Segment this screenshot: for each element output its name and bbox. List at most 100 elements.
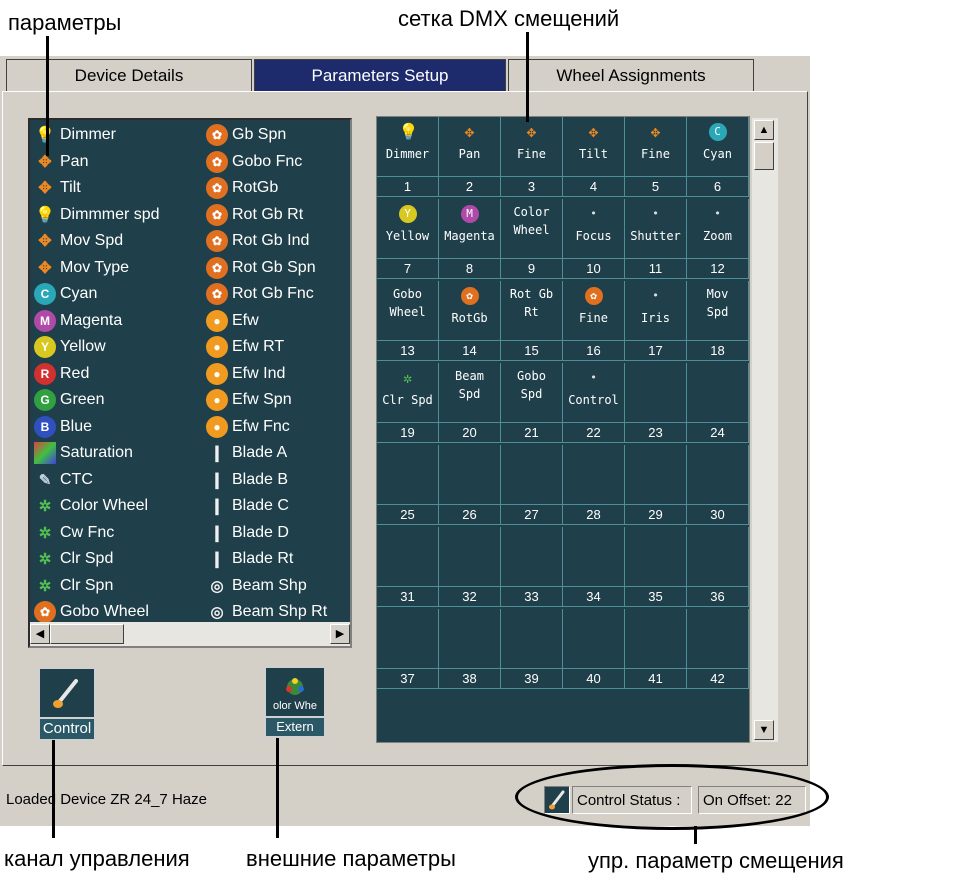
dmx-cell[interactable] [563, 527, 625, 587]
parameter-item[interactable]: C Cyan [34, 281, 97, 307]
dmx-cell-label: RotGb [451, 311, 488, 325]
parameter-item[interactable]: ❙ Blade B [206, 467, 288, 493]
dmx-cell[interactable] [501, 445, 563, 505]
parameter-item[interactable]: ✲ Clr Spn [34, 573, 114, 599]
dmx-cell[interactable] [687, 445, 749, 505]
dmx-cell[interactable] [439, 609, 501, 669]
dmx-cell[interactable] [687, 527, 749, 587]
parameter-label: Dimmer [60, 126, 116, 143]
parameter-item[interactable]: ❙ Blade A [206, 440, 287, 466]
parameter-item[interactable]: ✿ Rot Gb Ind [206, 228, 309, 254]
dmx-cell[interactable]: • Zoom [687, 199, 749, 259]
grid-vertical-scrollbar[interactable]: ▲ ▼ [752, 118, 778, 742]
dmx-cell[interactable]: • Shutter [625, 199, 687, 259]
dmx-cell[interactable] [563, 445, 625, 505]
dmx-cell[interactable]: Beam Spd [439, 363, 501, 423]
parameter-item[interactable]: ● Efw Spn [206, 387, 292, 413]
dmx-cell[interactable] [625, 609, 687, 669]
dmx-cell-label: Magenta [444, 229, 495, 243]
parameter-item[interactable]: ✲ Cw Fnc [34, 520, 115, 546]
dmx-cell[interactable] [687, 609, 749, 669]
external-parameter-button[interactable]: olor Whe Extern [264, 666, 326, 738]
parameter-item[interactable]: ✲ Color Wheel [34, 493, 148, 519]
parameter-item[interactable]: ✥ Mov Spd [34, 228, 123, 254]
dmx-cell[interactable] [625, 363, 687, 423]
parameter-item[interactable]: ● Efw Ind [206, 361, 285, 387]
dmx-cell[interactable] [439, 445, 501, 505]
dmx-cell[interactable] [377, 445, 439, 505]
parameter-item[interactable]: ❙ Blade D [206, 520, 289, 546]
control-channel-button[interactable]: Control [38, 667, 96, 741]
tab-wheel-assignments[interactable]: Wheel Assignments [508, 59, 754, 91]
dmx-cell[interactable]: C Cyan [687, 117, 749, 177]
dmx-cell[interactable] [625, 445, 687, 505]
parameter-item[interactable]: ● Efw Fnc [206, 414, 290, 440]
parameter-label: Tilt [60, 179, 81, 196]
parameter-list[interactable]: 💡 Dimmer ✥ Pan ✥ Tilt 💡 Dimmmer spd ✥ Mov Spd ✥ Mov… [28, 118, 352, 648]
dmx-cell[interactable] [501, 527, 563, 587]
parameter-item[interactable]: ✿ RotGb [206, 175, 278, 201]
scroll-left-icon[interactable]: ◀ [30, 624, 50, 644]
dmx-cell[interactable] [625, 527, 687, 587]
parameter-item[interactable]: ● Efw RT [206, 334, 284, 360]
dmx-cell[interactable] [377, 527, 439, 587]
dmx-cell[interactable]: Gobo Wheel [377, 281, 439, 341]
dmx-cell[interactable] [439, 527, 501, 587]
parameter-item[interactable]: R Red [34, 361, 89, 387]
blade-a-icon: ❙ [210, 445, 224, 462]
dmx-cell[interactable]: ✥ Fine [625, 117, 687, 177]
pan-arrows-icon: ✥ [526, 122, 537, 141]
parameter-item[interactable]: ❙ Blade C [206, 493, 289, 519]
dmx-cell[interactable]: 💡 Dimmer [377, 117, 439, 177]
scroll-up-icon[interactable]: ▲ [754, 120, 774, 140]
parameter-item[interactable]: G Green [34, 387, 104, 413]
parameter-item[interactable]: ✿ Rot Gb Fnc [206, 281, 314, 307]
parameter-item[interactable]: ◎ Beam Shp [206, 573, 306, 599]
parameter-item[interactable]: 💡 Dimmmer spd [34, 202, 160, 228]
dmx-cell[interactable]: Y Yellow [377, 199, 439, 259]
dmx-cell[interactable]: ✿ RotGb [439, 281, 501, 341]
dmx-cell[interactable]: • Focus [563, 199, 625, 259]
dmx-cell[interactable] [687, 363, 749, 423]
parameter-item[interactable]: ✿ Gb Spn [206, 122, 286, 148]
gobo-spin-icon: ✿ [206, 124, 228, 146]
dmx-cell[interactable]: Color Wheel [501, 199, 563, 259]
parameter-item[interactable]: ✲ Clr Spd [34, 546, 114, 572]
parameter-item[interactable]: ✥ Pan [34, 149, 88, 175]
pan-arrows-icon: ✥ [464, 122, 475, 141]
dmx-cell[interactable]: ✥ Pan [439, 117, 501, 177]
parameter-item[interactable]: ❙ Blade Rt [206, 546, 293, 572]
dmx-cell[interactable]: ✥ Fine [501, 117, 563, 177]
scroll-right-icon[interactable]: ▶ [330, 624, 350, 644]
dmx-cell[interactable] [377, 609, 439, 669]
tab-device-details[interactable]: Device Details [6, 59, 252, 91]
parameter-item[interactable]: ● Efw [206, 308, 259, 334]
parameter-item[interactable]: M Magenta [34, 308, 122, 334]
parameter-item[interactable]: B Blue [34, 414, 92, 440]
dmx-cell[interactable]: ✿ Fine [563, 281, 625, 341]
parameter-item[interactable]: ✎ CTC [34, 467, 93, 493]
dmx-cell[interactable] [563, 609, 625, 669]
dmx-cell[interactable]: Rot Gb Rt [501, 281, 563, 341]
rot-gobo-function-icon: ✿ [206, 283, 228, 305]
scroll-thumb[interactable] [50, 624, 124, 644]
dmx-cell[interactable]: M Magenta [439, 199, 501, 259]
parameter-item[interactable]: Y Yellow [34, 334, 106, 360]
scroll-down-icon[interactable]: ▼ [754, 720, 774, 740]
parameter-item[interactable]: Saturation [34, 440, 133, 466]
dmx-cell[interactable]: Gobo Spd [501, 363, 563, 423]
dmx-cell[interactable]: ✥ Tilt [563, 117, 625, 177]
parameter-item[interactable]: ✥ Mov Type [34, 255, 129, 281]
dmx-cell[interactable]: • Control [563, 363, 625, 423]
dmx-cell[interactable]: ✲ Clr Spd [377, 363, 439, 423]
parameter-item[interactable]: ✿ Rot Gb Spn [206, 255, 316, 281]
dmx-cell[interactable]: Mov Spd [687, 281, 749, 341]
parameter-item[interactable]: ✿ Gobo Fnc [206, 149, 302, 175]
parameter-item[interactable]: ✿ Rot Gb Rt [206, 202, 303, 228]
tab-parameters-setup[interactable]: Parameters Setup [254, 59, 506, 91]
dmx-cell[interactable] [501, 609, 563, 669]
list-horizontal-scrollbar[interactable]: ◀ ▶ [30, 622, 350, 646]
dmx-cell[interactable]: • Iris [625, 281, 687, 341]
scroll-thumb[interactable] [754, 142, 774, 170]
parameter-item[interactable]: ✥ Tilt [34, 175, 81, 201]
